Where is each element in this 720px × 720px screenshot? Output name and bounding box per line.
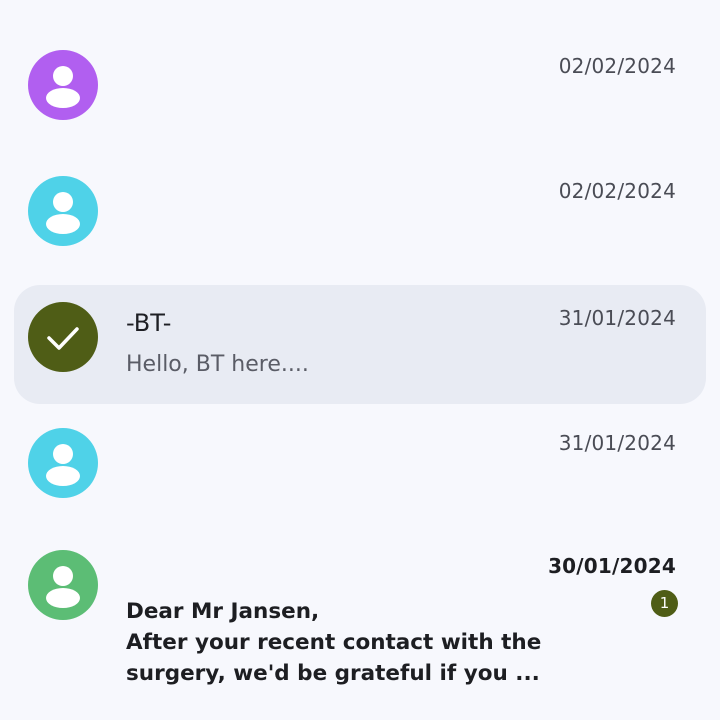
message-date: 31/01/2024 [558,306,676,330]
conversation-item-unread[interactable]: 30/01/2024 1 Dear Mr Jansen, After your … [0,535,720,720]
selected-avatar[interactable] [28,302,98,372]
contact-avatar [28,428,98,498]
person-icon [46,566,80,608]
conversation-item[interactable]: 02/02/2024 [0,35,720,145]
contact-name: -BT- [126,309,172,337]
checkmark-icon [47,327,79,350]
person-icon [46,66,80,108]
message-snippet: Dear Mr Jansen, After your recent contac… [126,599,542,686]
person-icon [46,444,80,486]
conversation-item[interactable]: 02/02/2024 [0,160,720,270]
conversation-item[interactable]: 31/01/2024 [0,412,720,522]
message-date: 30/01/2024 [548,554,676,578]
contact-avatar [28,550,98,620]
conversation-item-selected[interactable]: -BT- Hello, BT here.... 31/01/2024 [14,285,706,404]
conversation-list: 02/02/2024 02/02/2024 -BT- Hello, BT her… [0,0,720,720]
unread-count-badge: 1 [651,590,678,617]
message-date: 31/01/2024 [558,431,676,455]
message-date: 02/02/2024 [558,54,676,78]
person-icon [46,192,80,234]
contact-avatar [28,50,98,120]
message-date: 02/02/2024 [558,179,676,203]
message-snippet: Hello, BT here.... [126,352,309,377]
contact-avatar [28,176,98,246]
